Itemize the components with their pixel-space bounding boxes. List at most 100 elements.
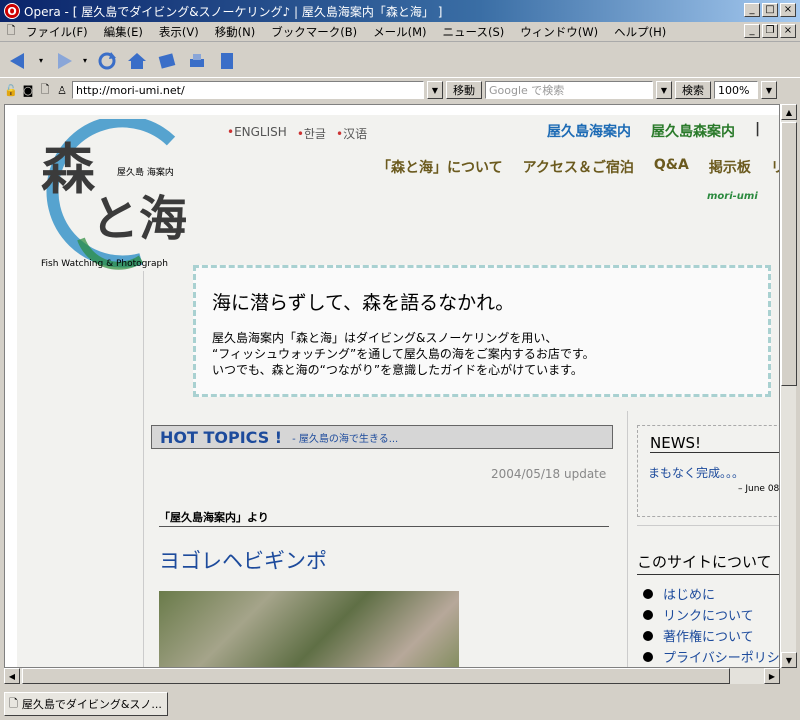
document-icon[interactable] — [214, 48, 240, 74]
top-links: 屋久島海案内 屋久島森案内 | — [547, 121, 760, 141]
back-icon[interactable] — [6, 48, 32, 74]
page-tab[interactable]: 🗋 屋久島でダイビング&スノ... — [4, 692, 168, 716]
news-title: NEWS! — [650, 434, 779, 453]
window-title: Opera - [ 屋久島でダイビング&スノーケリング♪ | 屋久島海案内「森と… — [24, 4, 443, 19]
vertical-scroll-thumb[interactable] — [781, 122, 797, 386]
status-bar: 🗋 屋久島でダイビング&スノ... — [0, 688, 800, 720]
bullet-icon — [643, 589, 653, 599]
reload-icon[interactable] — [94, 48, 120, 74]
top-links-divider: | — [755, 121, 761, 137]
lang-english-link[interactable]: •ENGLISH — [227, 125, 287, 142]
about-link-intro[interactable]: はじめに — [643, 585, 779, 606]
left-divider — [143, 271, 144, 667]
menu-edit[interactable]: 編集(E) — [96, 24, 151, 40]
umi-annai-link[interactable]: 屋久島海案内 — [547, 121, 631, 141]
nav-links[interactable]: リン — [771, 157, 779, 177]
mdi-close-button[interactable]: × — [780, 24, 796, 38]
search-engine-dropdown-icon[interactable]: ▼ — [656, 81, 672, 99]
search-button[interactable]: 検索 — [675, 81, 711, 99]
bullet-icon — [643, 652, 653, 662]
tab-title: 屋久島でダイビング&スノ... — [21, 698, 162, 711]
page-info-icon[interactable]: 🗋 — [38, 83, 52, 97]
hot-topics-subtitle: - 屋久島の海で生きる... — [292, 433, 399, 445]
hotlist-icon[interactable] — [154, 48, 180, 74]
site-logo[interactable]: 森 と海 屋久島 海案内 Fish Watching & Photograph — [21, 119, 191, 279]
toolbar: ▾ ▾ — [0, 44, 800, 78]
zoom-dropdown-icon[interactable]: ▼ — [761, 81, 777, 99]
about-title: このサイトについて — [637, 551, 779, 575]
page-icon: 🗋 — [6, 24, 16, 37]
menu-news[interactable]: ニュース(S) — [435, 24, 513, 40]
url-dropdown-icon[interactable]: ▼ — [427, 81, 443, 99]
menu-file[interactable]: ファイル(F) — [18, 24, 96, 40]
sidebar-separator — [637, 525, 779, 526]
menu-mail[interactable]: メール(M) — [365, 24, 434, 40]
article-photo — [159, 591, 459, 667]
hot-topics-header: HOT TOPICS ! - 屋久島の海で生きる... — [151, 425, 613, 449]
menu-bookmarks[interactable]: ブックマーク(B) — [263, 24, 365, 40]
vertical-scrollbar[interactable]: ▲ ▼ — [780, 104, 797, 668]
about-link-privacy[interactable]: プライバシーポリシー — [643, 648, 779, 667]
scroll-up-icon[interactable]: ▲ — [781, 104, 797, 120]
title-bar: O Opera - [ 屋久島でダイビング&スノーケリング♪ | 屋久島海案内「… — [0, 0, 800, 22]
update-date: 2004/05/18 update — [491, 467, 607, 481]
menu-window[interactable]: ウィンドウ(W) — [512, 24, 606, 40]
mori-annai-link[interactable]: 屋久島森案内 — [651, 121, 735, 141]
print-icon[interactable] — [184, 48, 210, 74]
news-date: – June 08, — [738, 484, 780, 494]
intro-box: 海に潜らずして、森を語るなかれ。 屋久島海案内「森と海」はダイビング&スノーケリ… — [193, 265, 771, 397]
main-nav: 「森と海」について アクセス＆ご宿泊 Q&A 掲示板 リン — [377, 157, 779, 177]
news-item[interactable]: まもなく完成。。。 — [648, 464, 744, 481]
camera-icon[interactable]: ◙ — [21, 83, 35, 97]
user-icon[interactable]: ♙ — [55, 83, 69, 97]
article-headline[interactable]: ヨゴレヘビギンポ — [159, 545, 327, 575]
zoom-field[interactable]: 100% — [714, 81, 758, 99]
menu-help[interactable]: ヘルプ(H) — [606, 24, 674, 40]
forward-icon[interactable] — [50, 48, 76, 74]
horizontal-scroll-thumb[interactable] — [22, 668, 730, 684]
menu-navigate[interactable]: 移動(N) — [207, 24, 264, 40]
nav-qa[interactable]: Q&A — [654, 157, 689, 177]
nav-bbs[interactable]: 掲示板 — [709, 157, 751, 177]
logo-kanji-toumi: と海 — [91, 191, 188, 247]
scroll-down-icon[interactable]: ▼ — [781, 652, 797, 668]
about-link-copyright[interactable]: 著作権について — [643, 627, 779, 648]
bullet-icon — [643, 631, 653, 641]
opera-icon: O — [4, 3, 20, 19]
about-links: はじめに リンクについて 著作権について プライバシーポリシー — [643, 585, 779, 667]
nav-access[interactable]: アクセス＆ご宿泊 — [523, 157, 634, 177]
logo-subtitle: 屋久島 海案内 — [117, 168, 174, 178]
search-input[interactable]: Google で検索 — [485, 81, 653, 99]
security-icon[interactable]: 🔓 — [4, 83, 18, 97]
language-links: •ENGLISH •한글 •汉语 — [227, 125, 367, 142]
nav-about[interactable]: 「森と海」について — [377, 157, 503, 177]
intro-text: 屋久島海案内「森と海」はダイビング&スノーケリングを用い、 “フィッシュウォッチ… — [212, 331, 595, 377]
forward-history-icon[interactable]: ▾ — [80, 48, 90, 74]
about-link-links[interactable]: リンクについて — [643, 606, 779, 627]
source-label: 「屋久島海案内」より — [159, 509, 609, 527]
maximize-button[interactable]: □ — [762, 3, 778, 17]
mdi-restore-button[interactable]: ❐ — [762, 24, 778, 38]
logo-caption: Fish Watching & Photograph — [41, 259, 168, 269]
intro-heading: 海に潜らずして、森を語るなかれ。 — [212, 292, 515, 314]
back-history-icon[interactable]: ▾ — [36, 48, 46, 74]
right-divider — [627, 411, 628, 667]
home-icon[interactable] — [124, 48, 150, 74]
horizontal-scrollbar[interactable]: ◀ ▶ — [4, 668, 780, 684]
menu-view[interactable]: 表示(V) — [151, 24, 207, 40]
mdi-minimize-button[interactable]: _ — [744, 24, 760, 38]
minimize-button[interactable]: _ — [744, 3, 760, 17]
mori-umi-banner: mori-umi — [707, 191, 758, 202]
news-box: NEWS! まもなく完成。。。 – June 08, — [637, 425, 780, 517]
lang-chinese-link[interactable]: •汉语 — [336, 125, 367, 142]
page-viewport[interactable]: 森 と海 屋久島 海案内 Fish Watching & Photograph … — [4, 104, 780, 668]
close-button[interactable]: × — [780, 3, 796, 17]
scroll-right-icon[interactable]: ▶ — [764, 668, 780, 684]
logo-kanji-mori: 森 — [41, 137, 95, 201]
go-button[interactable]: 移動 — [446, 81, 482, 99]
scroll-left-icon[interactable]: ◀ — [4, 668, 20, 684]
url-input[interactable]: http://mori-umi.net/ — [72, 81, 424, 99]
address-bar: 🔓 ◙ 🗋 ♙ http://mori-umi.net/ ▼ 移動 Google… — [0, 79, 800, 101]
hot-topics-title: HOT TOPICS ! — [160, 427, 283, 447]
lang-korean-link[interactable]: •한글 — [297, 125, 326, 142]
